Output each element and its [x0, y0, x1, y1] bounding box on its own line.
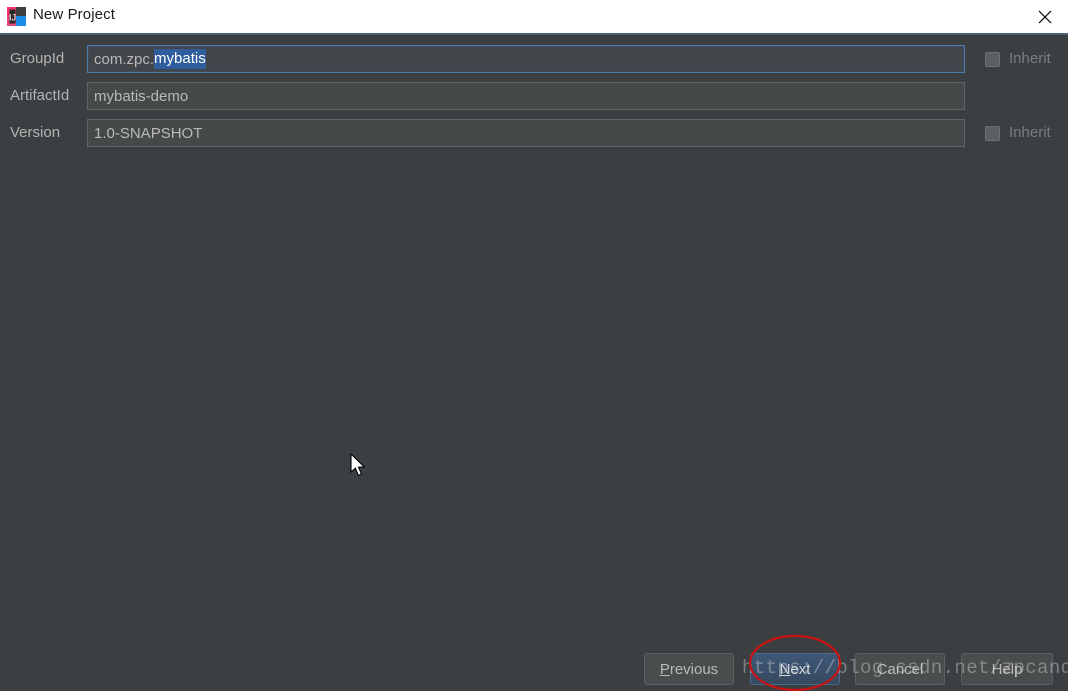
- version-input[interactable]: 1.0-SNAPSHOT: [87, 119, 965, 147]
- checkbox-unchecked-icon: [985, 52, 1000, 67]
- artifactid-value: mybatis-demo: [94, 87, 189, 105]
- window-title: New Project: [33, 6, 115, 23]
- version-inherit-label: Inherit: [1009, 124, 1051, 141]
- form-row-groupid: GroupId com.zpc. mybatis Inherit: [0, 45, 1068, 73]
- form-row-version: Version 1.0-SNAPSHOT Inherit: [0, 119, 1068, 147]
- previous-button-mnemonic: P: [659, 660, 670, 678]
- groupid-inherit-checkbox[interactable]: [983, 50, 1002, 69]
- previous-button[interactable]: Previous: [644, 653, 734, 685]
- version-label: Version: [10, 124, 61, 141]
- next-button-label: ext: [790, 660, 811, 678]
- groupid-value-selection: mybatis: [154, 49, 206, 69]
- version-value: 1.0-SNAPSHOT: [94, 124, 203, 142]
- cancel-button[interactable]: Cancel: [855, 653, 945, 685]
- groupid-inherit-label: Inherit: [1009, 50, 1051, 67]
- mouse-cursor: [350, 452, 368, 479]
- title-bar: IJ New Project: [0, 0, 1068, 34]
- cancel-button-label: Cancel: [876, 660, 924, 678]
- help-button-label: Help: [991, 660, 1023, 678]
- form-row-artifactid: ArtifactId mybatis-demo: [0, 82, 1068, 110]
- artifactid-input[interactable]: mybatis-demo: [87, 82, 965, 110]
- next-button-mnemonic: N: [779, 660, 791, 678]
- next-button[interactable]: Next: [750, 653, 840, 685]
- intellij-idea-logo-icon: IJ: [7, 7, 26, 26]
- help-button[interactable]: Help: [961, 653, 1053, 685]
- groupid-input[interactable]: com.zpc. mybatis: [87, 45, 965, 73]
- groupid-value-prefix: com.zpc.: [94, 50, 155, 68]
- previous-button-label: revious: [669, 660, 719, 678]
- groupid-label: GroupId: [10, 50, 65, 67]
- new-project-dialog: IJ New Project GroupId com.zpc. mybatis I…: [0, 0, 1068, 691]
- titlebar-separator: [0, 33, 1068, 35]
- svg-text:IJ: IJ: [9, 13, 16, 23]
- checkbox-unchecked-icon: [985, 126, 1000, 141]
- close-icon[interactable]: [1022, 0, 1068, 33]
- version-inherit-checkbox[interactable]: [983, 124, 1002, 143]
- artifactid-label: ArtifactId: [10, 87, 70, 104]
